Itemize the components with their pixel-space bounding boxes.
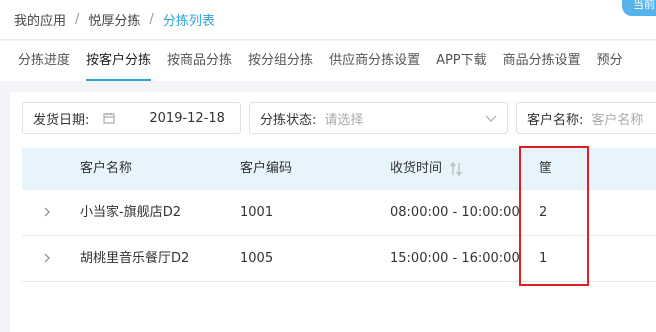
ship-date-value: 2019-12-18	[149, 110, 225, 126]
tab-sort-progress[interactable]: 分拣进度	[10, 41, 78, 81]
sort-status-placeholder: 请选择	[324, 112, 364, 128]
tab-bar: 分拣进度 按客户分拣 按商品分拣 按分组分拣 供应商分拣设置 APP下载 商品分…	[0, 41, 656, 81]
column-header-receive-time[interactable]: 收货时间	[390, 148, 463, 190]
tab-sort-by-group[interactable]: 按分组分拣	[240, 41, 321, 81]
sort-icon[interactable]	[450, 161, 463, 176]
breadcrumb-item-sorting[interactable]: 悦厚分拣	[88, 10, 140, 29]
customer-sort-table: 客户名称 客户编码 收货时间 筐 小当家-旗舰店D2 1001 08:00:00…	[22, 148, 656, 282]
tab-product-sort-settings[interactable]: 商品分拣设置	[495, 41, 589, 81]
column-header-baskets: 筐	[539, 161, 553, 176]
tab-pre-sort[interactable]: 预分	[589, 41, 631, 81]
cell-baskets: 1	[539, 251, 548, 266]
sort-status-label: 分拣状态:	[260, 112, 317, 128]
tab-supplier-sort-settings[interactable]: 供应商分拣设置	[321, 41, 428, 81]
main-panel: 发货日期: 2019-12-18 分拣状态: 请选择 客户名称: 客户名称 客户…	[10, 92, 656, 332]
column-header-customer-code: 客户编码	[240, 161, 293, 176]
column-header-customer-name: 客户名称	[80, 161, 133, 176]
customer-name-filter[interactable]: 客户名称: 客户名称	[516, 102, 656, 134]
tab-app-download[interactable]: APP下载	[428, 41, 495, 81]
cell-customer-name: 小当家-旗舰店D2	[80, 205, 181, 220]
tab-sort-by-customer[interactable]: 按客户分拣	[78, 41, 159, 81]
cell-baskets: 2	[539, 205, 548, 220]
breadcrumb-item-sort-list: 分拣列表	[162, 14, 215, 29]
cell-receive-time: 08:00:00 - 10:00:00	[390, 205, 520, 220]
customer-name-label: 客户名称:	[527, 112, 584, 128]
breadcrumb-item-my-apps[interactable]: 我的应用	[14, 10, 66, 29]
breadcrumb: 我的应用 / 悦厚分拣 / 分拣列表 当前	[0, 0, 656, 40]
expand-chevron-icon[interactable]	[42, 252, 52, 264]
ship-date-filter[interactable]: 发货日期: 2019-12-18	[22, 102, 241, 134]
sort-status-select[interactable]: 分拣状态: 请选择	[249, 102, 508, 134]
breadcrumb-separator: /	[149, 12, 154, 27]
current-badge[interactable]: 当前	[622, 0, 656, 16]
ship-date-label: 发货日期:	[33, 112, 90, 128]
table-header: 客户名称 客户编码 收货时间 筐	[22, 148, 656, 190]
tab-sort-by-product[interactable]: 按商品分拣	[159, 41, 240, 81]
left-gutter	[0, 92, 10, 322]
cell-customer-name: 胡桃里音乐餐厅D2	[80, 251, 190, 266]
cell-customer-code: 1001	[240, 205, 274, 220]
table-row[interactable]: 小当家-旗舰店D2 1001 08:00:00 - 10:00:00 2	[22, 190, 656, 236]
breadcrumb-separator: /	[75, 12, 80, 27]
calendar-icon	[103, 113, 115, 124]
cell-receive-time: 15:00:00 - 16:00:00	[390, 251, 520, 266]
expand-chevron-icon[interactable]	[42, 206, 52, 218]
customer-name-placeholder: 客户名称	[591, 112, 644, 128]
table-row[interactable]: 胡桃里音乐餐厅D2 1005 15:00:00 - 16:00:00 1	[22, 236, 656, 282]
chevron-down-icon	[485, 115, 497, 122]
receive-time-label: 收货时间	[390, 161, 443, 176]
cell-customer-code: 1005	[240, 251, 274, 266]
